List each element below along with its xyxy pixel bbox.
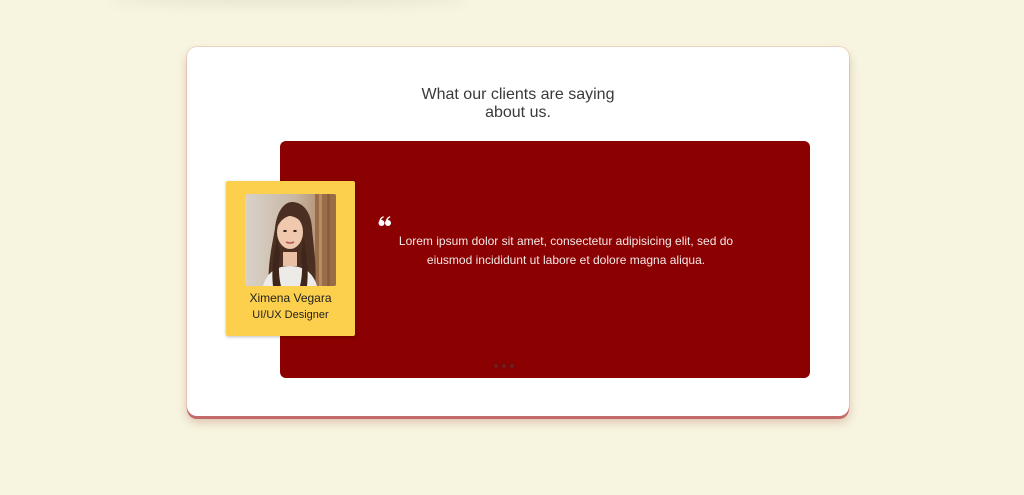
avatar-photo bbox=[245, 194, 336, 286]
carousel-dot-1[interactable] bbox=[494, 364, 498, 368]
avatar bbox=[245, 194, 336, 286]
person-role: UI/UX Designer bbox=[252, 309, 329, 321]
carousel-dot-3[interactable] bbox=[510, 364, 514, 368]
decorative-shadow bbox=[110, 0, 470, 6]
testimonial-card: What our clients are saying about us. Lo… bbox=[187, 47, 849, 416]
quote-left-icon bbox=[378, 216, 391, 226]
carousel-dot-2[interactable] bbox=[502, 364, 506, 368]
carousel-dots bbox=[494, 363, 516, 369]
section-heading: What our clients are saying about us. bbox=[187, 86, 849, 122]
heading-line-2: about us. bbox=[485, 104, 551, 121]
person-name: Ximena Vegara bbox=[249, 291, 332, 305]
heading-line-1: What our clients are saying bbox=[421, 86, 615, 103]
profile-card: Ximena Vegara UI/UX Designer bbox=[226, 181, 355, 336]
testimonial-panel: Lorem ipsum dolor sit amet, consectetur … bbox=[280, 141, 810, 378]
testimonial-quote: Lorem ipsum dolor sit amet, consectetur … bbox=[398, 234, 734, 267]
